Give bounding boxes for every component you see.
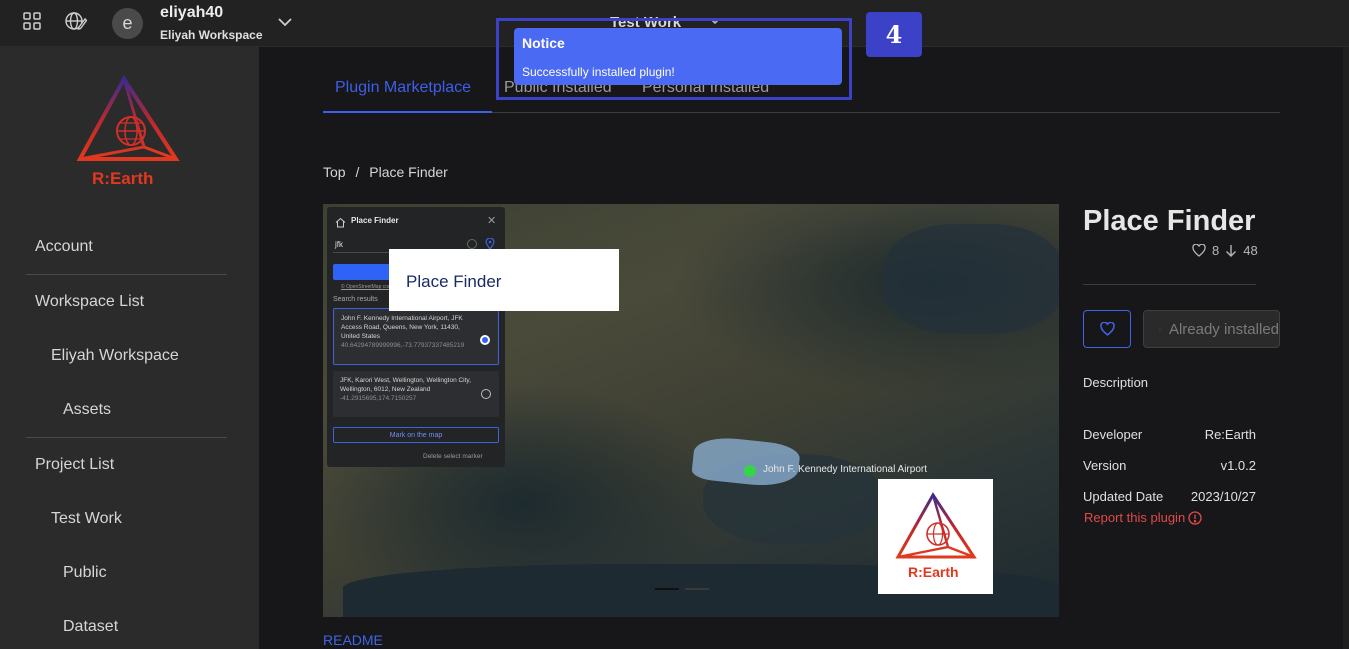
already-installed-button[interactable]: Already installed (1143, 310, 1280, 348)
download-count: 48 (1243, 243, 1258, 258)
panel-result-item: JFK, Karori West, Wellington, Wellington… (333, 371, 499, 417)
location-pin-icon (485, 237, 495, 251)
home-icon (335, 215, 347, 228)
hero-title-card: Place Finder (389, 249, 619, 311)
sidebar-item-project[interactable]: Test Work (51, 510, 122, 528)
panel-delete-marker: Delete select marker (423, 453, 483, 460)
current-workspace-name[interactable]: Eliyah Workspace (160, 28, 263, 42)
like-button[interactable] (1083, 310, 1131, 348)
sidebar-item-project-list[interactable]: Project List (35, 456, 114, 474)
meta-row-developer: Developer Re:Earth (1083, 427, 1256, 442)
detail-divider (1083, 284, 1256, 285)
success-notification[interactable]: Notice Successfully installed plugin! (514, 28, 842, 85)
result-text: JFK, Karori West, Wellington, Wellington… (340, 377, 472, 393)
meta-value: Re:Earth (1204, 427, 1256, 442)
plugin-stats: 8 48 (1192, 243, 1258, 258)
sidebar-item-workspace[interactable]: Eliyah Workspace (51, 347, 179, 365)
sidebar-item-assets[interactable]: Assets (63, 401, 111, 419)
result-coords: 40.64294789999996,-73.77937337485219 (341, 342, 465, 349)
meta-value: v1.0.2 (1220, 458, 1256, 473)
description-label: Description (1083, 375, 1149, 390)
sidebar: R:Earth Account Workspace List Eliyah Wo… (0, 47, 259, 649)
breadcrumb-top[interactable]: Top (323, 164, 346, 180)
sidebar-item-dataset[interactable]: Dataset (63, 618, 118, 636)
sidebar-item-public[interactable]: Public (63, 564, 107, 582)
logo-wordmark: R:Earth (92, 169, 154, 188)
like-count: 8 (1212, 243, 1220, 258)
readme-link[interactable]: README (323, 632, 383, 648)
result-coords: -41.2915695,174.7150257 (340, 395, 417, 402)
breadcrumb-current: Place Finder (369, 164, 448, 180)
radio-unselected-icon (481, 389, 491, 399)
download-icon (1159, 328, 1161, 330)
hero-logo-wordmark: R:Earth (908, 564, 959, 580)
apps-grid-icon[interactable] (21, 10, 43, 32)
result-text: John F. Kennedy International Airport, J… (341, 315, 463, 340)
sidebar-divider (26, 437, 227, 438)
notification-message: Successfully installed plugin! (522, 65, 675, 79)
carousel-indicator[interactable] (685, 588, 709, 590)
active-tab-indicator (323, 111, 492, 113)
notification-title: Notice (522, 35, 565, 51)
hero-reearth-logo: R:Earth (878, 479, 993, 594)
tab-plugin-marketplace[interactable]: Plugin Marketplace (335, 79, 471, 97)
step-number-badge: 4 (866, 12, 922, 57)
breadcrumb: Top / Place Finder (323, 164, 454, 180)
carousel-indicator-active[interactable] (655, 588, 679, 590)
report-plugin-link[interactable]: Report this plugin (1084, 510, 1202, 525)
meta-key: Developer (1083, 427, 1143, 442)
hero-title-text: Place Finder (406, 272, 502, 291)
avatar[interactable]: e (112, 8, 143, 39)
radio-selected-icon (480, 335, 490, 345)
reearth-logo: R:Earth (76, 75, 180, 193)
user-name[interactable]: eliyah40 (160, 4, 223, 22)
meta-key: Version (1083, 458, 1127, 473)
heart-icon (1192, 244, 1206, 257)
plugin-preview-image[interactable]: John F. Kennedy International Airport Pl… (323, 204, 1059, 617)
panel-mark-button: Mark on the map (333, 427, 499, 443)
page-scrollbar[interactable] (1343, 47, 1349, 649)
panel-query-text: jfk (335, 240, 343, 249)
panel-title: Place Finder (351, 216, 399, 225)
meta-row-version: Version v1.0.2 (1083, 458, 1256, 473)
airport-map-label: John F. Kennedy International Airport (763, 464, 927, 475)
close-icon: ✕ (487, 215, 497, 227)
sidebar-divider (26, 274, 227, 275)
plugin-title: Place Finder (1083, 205, 1256, 237)
help-icon (467, 239, 477, 249)
map-marker (744, 465, 756, 477)
sidebar-item-workspace-list[interactable]: Workspace List (35, 293, 144, 311)
already-installed-label: Already installed (1168, 320, 1279, 338)
panel-results-label: Search results (333, 296, 378, 303)
meta-value: 2023/10/27 (1190, 489, 1256, 504)
breadcrumb-separator: / (355, 164, 360, 180)
report-label: Report this plugin (1084, 510, 1186, 525)
chevron-down-icon[interactable] (277, 12, 295, 32)
meta-key: Updated Date (1083, 489, 1164, 504)
heart-icon (1099, 322, 1115, 336)
sidebar-item-account[interactable]: Account (35, 238, 93, 256)
place-finder-panel-preview: Place Finder ✕ jfk © OpenStreetMap contr… (327, 207, 505, 467)
alert-circle-icon (1188, 510, 1202, 525)
download-arrow-icon (1226, 245, 1237, 257)
panel-result-item: John F. Kennedy International Airport, J… (333, 308, 499, 365)
meta-row-updated-date: Updated Date 2023/10/27 (1083, 489, 1256, 504)
globe-edit-icon[interactable] (65, 10, 87, 32)
map-water (883, 224, 1059, 334)
